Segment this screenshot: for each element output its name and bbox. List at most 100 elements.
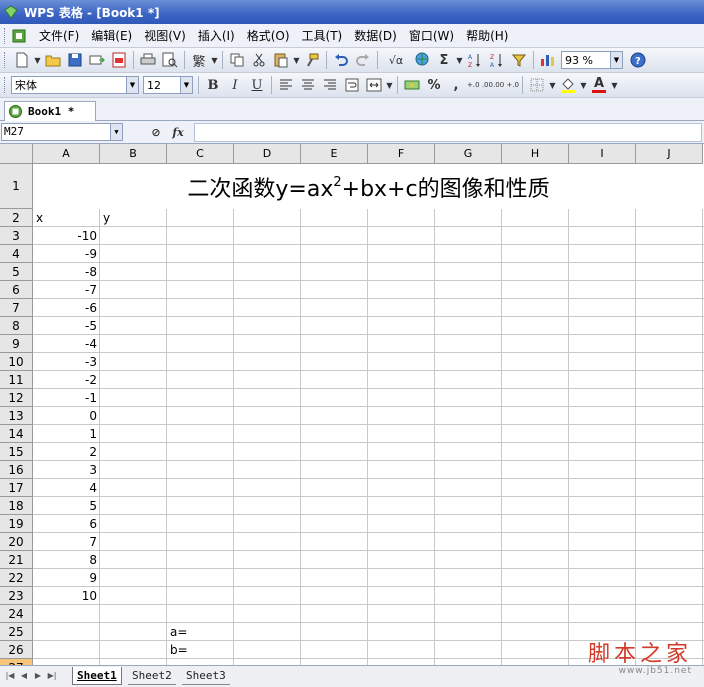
row-header-9[interactable]: 9 xyxy=(0,335,33,353)
row-header-14[interactable]: 14 xyxy=(0,425,33,443)
menu-file[interactable]: 文件(F) xyxy=(33,26,85,46)
cell-a2[interactable]: x xyxy=(33,210,100,227)
print-icon[interactable] xyxy=(137,50,159,70)
spreadsheet-grid[interactable]: A B C D E F G H I J 1 2 3 4 5 6 7 8 9 10 11 12 13 14 15 16 17 18 19 2… xyxy=(0,144,704,665)
menu-window[interactable]: 窗口(W) xyxy=(403,26,460,46)
next-sheet-icon[interactable]: ▶ xyxy=(32,670,44,682)
hyperlink-globe-icon[interactable] xyxy=(411,50,433,70)
name-box-dropdown-icon[interactable]: ▼ xyxy=(110,124,122,140)
autofilter-icon[interactable] xyxy=(508,50,530,70)
cell-a12[interactable]: -1 xyxy=(33,390,100,407)
row-header-15[interactable]: 15 xyxy=(0,443,33,461)
row-header-7[interactable]: 7 xyxy=(0,299,33,317)
sort-descending-icon[interactable]: ZA xyxy=(486,50,508,70)
cell-a7[interactable]: -6 xyxy=(33,300,100,317)
row-header-2[interactable]: 2 xyxy=(0,209,33,227)
redo-icon[interactable] xyxy=(352,50,374,70)
comma-style-button[interactable]: , xyxy=(445,75,467,95)
row-header-21[interactable]: 21 xyxy=(0,551,33,569)
cell-a14[interactable]: 1 xyxy=(33,426,100,443)
equation-icon[interactable]: √α xyxy=(381,50,411,70)
column-header-j[interactable]: J xyxy=(636,144,703,164)
align-left-icon[interactable] xyxy=(275,75,297,95)
cell-a6[interactable]: -7 xyxy=(33,282,100,299)
cell-a20[interactable]: 7 xyxy=(33,534,100,551)
row-header-18[interactable]: 18 xyxy=(0,497,33,515)
send-mail-icon[interactable] xyxy=(86,50,108,70)
save-icon[interactable] xyxy=(64,50,86,70)
row-header-20[interactable]: 20 xyxy=(0,533,33,551)
borders-dropdown-icon[interactable]: ▼ xyxy=(548,81,557,90)
cell-c25[interactable]: a= xyxy=(167,624,234,641)
name-box[interactable]: M27 ▼ xyxy=(1,123,123,141)
column-header-b[interactable]: B xyxy=(100,144,167,164)
menu-insert[interactable]: 插入(I) xyxy=(192,26,241,46)
row-header-24[interactable]: 24 xyxy=(0,605,33,623)
cell-a3[interactable]: -10 xyxy=(33,228,100,245)
row-header-5[interactable]: 5 xyxy=(0,263,33,281)
row-header-26[interactable]: 26 xyxy=(0,641,33,659)
row-header-10[interactable]: 10 xyxy=(0,353,33,371)
row-header-11[interactable]: 11 xyxy=(0,371,33,389)
row-header-19[interactable]: 19 xyxy=(0,515,33,533)
increase-decimal-button[interactable]: +.0 .00 xyxy=(467,75,493,95)
menu-format[interactable]: 格式(O) xyxy=(241,26,296,46)
copy-icon[interactable] xyxy=(226,50,248,70)
row-header-6[interactable]: 6 xyxy=(0,281,33,299)
export-pdf-icon[interactable] xyxy=(108,50,130,70)
row-header-22[interactable]: 22 xyxy=(0,569,33,587)
row-header-16[interactable]: 16 xyxy=(0,461,33,479)
sheet-tab-1[interactable]: Sheet1 xyxy=(72,667,122,685)
decrease-decimal-button[interactable]: .00 +.0 xyxy=(493,75,519,95)
cell-a17[interactable]: 4 xyxy=(33,480,100,497)
bold-button[interactable]: B xyxy=(202,75,224,95)
cell-a8[interactable]: -5 xyxy=(33,318,100,335)
cell-a15[interactable]: 2 xyxy=(33,444,100,461)
sheet-tab-3[interactable]: Sheet3 xyxy=(182,667,230,685)
cell-a4[interactable]: -9 xyxy=(33,246,100,263)
help-icon[interactable]: ? xyxy=(627,50,649,70)
sheet-title-cell[interactable]: 二次函数y=ax 2 +bx+c的图像和性质 xyxy=(33,164,704,209)
first-sheet-icon[interactable]: |◀ xyxy=(4,670,16,682)
cell-a23[interactable]: 10 xyxy=(33,588,100,605)
cell-a18[interactable]: 5 xyxy=(33,498,100,515)
cancel-formula-icon[interactable]: ⊘ xyxy=(145,126,167,139)
cell-a22[interactable]: 9 xyxy=(33,570,100,587)
toolbar-grip[interactable] xyxy=(4,77,7,93)
menubar-grip[interactable] xyxy=(4,27,7,44)
print-preview-icon[interactable] xyxy=(159,50,181,70)
column-header-f[interactable]: F xyxy=(368,144,435,164)
prev-sheet-icon[interactable]: ◀ xyxy=(18,670,30,682)
traditional-chinese-dropdown-icon[interactable]: ▼ xyxy=(210,56,219,65)
font-color-dropdown-icon[interactable]: ▼ xyxy=(610,81,619,90)
sort-ascending-icon[interactable]: AZ xyxy=(464,50,486,70)
column-header-a[interactable]: A xyxy=(33,144,100,164)
font-name-select[interactable]: 宋体 ▼ xyxy=(11,76,139,94)
currency-style-icon[interactable] xyxy=(401,75,423,95)
menu-help[interactable]: 帮助(H) xyxy=(460,26,514,46)
font-name-dropdown-icon[interactable]: ▼ xyxy=(126,77,138,93)
row-header-17[interactable]: 17 xyxy=(0,479,33,497)
formula-input[interactable] xyxy=(194,123,702,142)
paste-icon[interactable] xyxy=(270,50,292,70)
menu-edit[interactable]: 编辑(E) xyxy=(85,26,138,46)
row-header-23[interactable]: 23 xyxy=(0,587,33,605)
menu-view[interactable]: 视图(V) xyxy=(138,26,192,46)
row-header-8[interactable]: 8 xyxy=(0,317,33,335)
insert-function-button[interactable]: fx xyxy=(167,126,189,139)
font-size-dropdown-icon[interactable]: ▼ xyxy=(180,77,192,93)
row-header-3[interactable]: 3 xyxy=(0,227,33,245)
tab-book1[interactable]: Book1 * xyxy=(4,101,96,121)
select-all-corner[interactable] xyxy=(0,144,33,164)
cell-c26[interactable]: b= xyxy=(167,642,234,659)
zoom-dropdown-icon[interactable]: ▼ xyxy=(610,52,622,68)
merge-dropdown-icon[interactable]: ▼ xyxy=(385,81,394,90)
format-painter-icon[interactable] xyxy=(301,50,323,70)
menu-tools[interactable]: 工具(T) xyxy=(296,26,349,46)
percent-style-button[interactable]: % xyxy=(423,75,445,95)
align-right-icon[interactable] xyxy=(319,75,341,95)
sheet-tab-2[interactable]: Sheet2 xyxy=(128,667,176,685)
font-color-icon[interactable]: A xyxy=(588,75,610,95)
wrap-text-icon[interactable] xyxy=(341,75,363,95)
cell-a19[interactable]: 6 xyxy=(33,516,100,533)
